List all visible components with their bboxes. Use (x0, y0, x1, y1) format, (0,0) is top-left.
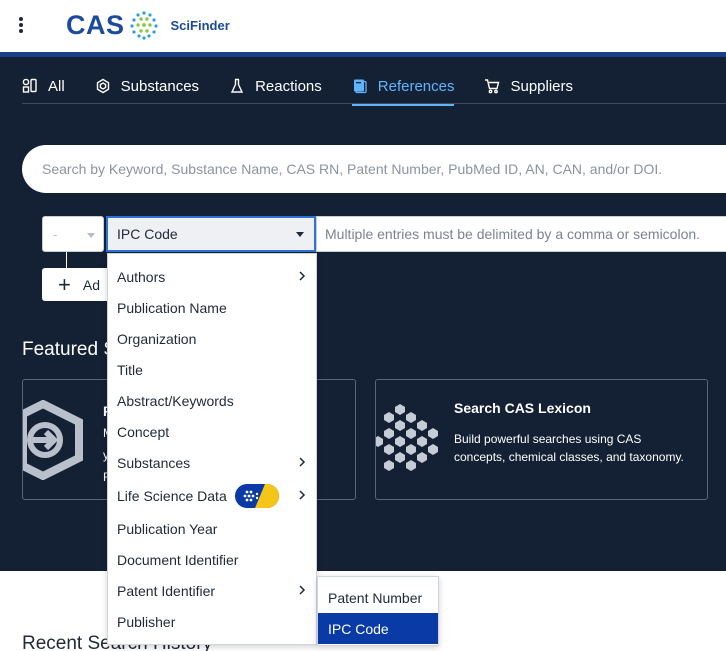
chevron-right-icon (299, 271, 306, 281)
search-tabs: All Substances Reactions References Supp… (22, 69, 603, 106)
menu-item-concept[interactable]: Concept (108, 416, 316, 447)
chevron-down-icon (87, 233, 95, 238)
menu-item-title[interactable]: Title (108, 354, 316, 385)
menu-item-publication-year[interactable]: Publication Year (108, 513, 316, 544)
tab-substances[interactable]: Substances (95, 69, 199, 103)
card-title: Search CAS Lexicon (454, 400, 591, 416)
chevron-right-icon (299, 585, 306, 595)
menu-item-document-identifier[interactable]: Document Identifier (108, 544, 316, 575)
menu-item-label: Patent Identifier (117, 582, 216, 599)
tab-all[interactable]: All (22, 69, 65, 103)
menu-item-label: Title (117, 361, 143, 378)
menu-item-abstract-keywords[interactable]: Abstract/Keywords (108, 385, 316, 416)
chevron-right-icon (299, 457, 306, 467)
search-placeholder: Search by Keyword, Substance Name, CAS R… (42, 161, 663, 177)
boolean-operator-select[interactable]: - (42, 216, 104, 252)
add-field-label: Ad (82, 276, 100, 293)
menu-item-label: Abstract/Keywords (117, 392, 234, 409)
flask-icon (230, 78, 244, 93)
brand-logo[interactable]: CAS SciFinder (66, 8, 230, 42)
menu-item-patent-identifier[interactable]: Patent Identifier (108, 575, 316, 606)
brand-name: CAS (66, 9, 125, 40)
submenu-item-patent-number[interactable]: Patent Number (318, 582, 438, 613)
field-value-input[interactable]: Multiple entries must be delimited by a … (316, 216, 726, 252)
operator-value: - (53, 226, 58, 242)
caret-down-icon (296, 232, 304, 237)
top-header: CAS SciFinder (0, 0, 726, 52)
menu-item-label: Publication Year (117, 520, 218, 537)
menu-item-label: Life Science Data (117, 487, 227, 504)
field-type-select[interactable]: IPC Code (106, 216, 316, 252)
menu-item-label: Concept (117, 423, 170, 440)
tab-label: Suppliers (510, 77, 574, 95)
menu-item-life-science-data[interactable]: Life Science Data (108, 478, 316, 513)
submenu-item-ipc-code[interactable]: IPC Code (318, 613, 438, 644)
card-description: Build powerful searches using CAS concep… (454, 432, 684, 464)
featured-section-title: Featured S (22, 339, 116, 360)
more-options-icon[interactable] (14, 12, 28, 38)
menu-item-organization[interactable]: Organization (108, 323, 316, 354)
tab-label: All (48, 77, 65, 95)
tab-label: Reactions (255, 77, 322, 95)
scifinder-page: CAS SciFinder All Substances Reactions R… (0, 0, 726, 651)
menu-item-label: Substances (117, 454, 191, 471)
cart-icon (485, 79, 500, 94)
menu-item-publication-name[interactable]: Publication Name (108, 292, 316, 323)
book-icon (353, 79, 367, 94)
substance-icon (96, 78, 109, 94)
tab-suppliers[interactable]: Suppliers (484, 69, 573, 103)
field-type-dropdown-menu: Authors Publication Name Organization Ti… (107, 253, 317, 645)
lexicon-dots-icon (376, 404, 438, 471)
menu-item-label: Publisher (117, 613, 176, 630)
tab-label: References (377, 77, 455, 95)
menu-item-authors[interactable]: Authors (108, 261, 316, 292)
menu-item-label: Organization (117, 330, 197, 347)
field-value-placeholder: Multiple entries must be delimited by a … (325, 226, 701, 242)
tab-references[interactable]: References (351, 69, 455, 106)
menu-item-label: Document Identifier (117, 551, 239, 568)
patent-identifier-submenu: Patent Number IPC Code (317, 576, 439, 646)
submenu-item-label: IPC Code (328, 620, 389, 637)
chevron-right-icon (299, 490, 306, 500)
main-search-input[interactable]: Search by Keyword, Substance Name, CAS R… (22, 145, 726, 193)
tab-label: Substances (120, 77, 200, 95)
all-icon (22, 78, 37, 93)
tabs-divider (22, 103, 726, 104)
menu-item-publisher[interactable]: Publisher (108, 606, 316, 637)
submenu-item-label: Patent Number (328, 589, 423, 606)
menu-item-substances[interactable]: Substances (108, 447, 316, 478)
tab-reactions[interactable]: Reactions (229, 69, 322, 103)
cas-logo-icon (129, 11, 158, 40)
plus-icon: + (58, 271, 71, 297)
menu-item-label: Authors (117, 268, 166, 285)
featured-card-lexicon[interactable]: Search CAS Lexicon Build powerful search… (375, 379, 708, 500)
product-name: SciFinder (170, 17, 230, 33)
menu-item-label: Publication Name (117, 299, 227, 316)
field-select-value: IPC Code (117, 226, 178, 242)
life-science-badge-icon (234, 483, 279, 508)
arrow-hexagon-icon (23, 400, 83, 480)
